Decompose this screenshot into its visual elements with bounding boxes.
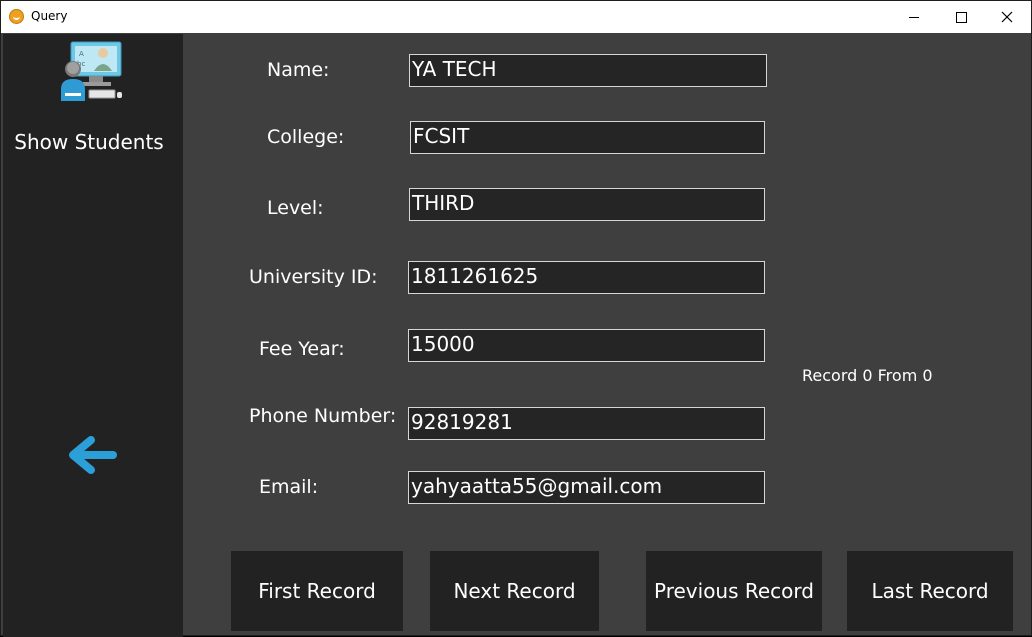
record-counter: Record 0 From 0 bbox=[802, 366, 933, 385]
university-id-field[interactable]: 1811261625 bbox=[408, 261, 765, 294]
name-field[interactable]: YA TECH bbox=[409, 54, 767, 87]
svg-text:A: A bbox=[79, 50, 84, 58]
minimize-icon bbox=[909, 16, 919, 18]
student-computer-icon: A bc bbox=[61, 41, 122, 101]
arrow-left-icon[interactable] bbox=[69, 436, 117, 474]
email-field[interactable]: yahyaatta55@gmail.com bbox=[408, 471, 765, 504]
previous-record-button[interactable]: Previous Record bbox=[646, 551, 822, 631]
level-label: Level: bbox=[267, 197, 324, 219]
email-label: Email: bbox=[259, 476, 319, 498]
phone-number-field[interactable]: 92819281 bbox=[408, 407, 765, 440]
close-button[interactable] bbox=[984, 1, 1030, 33]
level-field[interactable]: THIRD bbox=[409, 188, 765, 221]
window-title: Query bbox=[31, 9, 68, 23]
next-record-button[interactable]: Next Record bbox=[430, 551, 599, 631]
title-bar: Query bbox=[1, 1, 1031, 33]
query-window: Query A bc Show Students Name: YA TECH C… bbox=[0, 0, 1032, 637]
sidebar-title: Show Students bbox=[14, 130, 164, 154]
app-icon bbox=[9, 9, 24, 24]
maximize-icon bbox=[955, 11, 967, 23]
phone-number-label: Phone Number: bbox=[249, 405, 397, 427]
last-record-button[interactable]: Last Record bbox=[847, 551, 1013, 631]
fee-year-field[interactable]: 15000 bbox=[408, 329, 765, 362]
close-icon bbox=[1001, 11, 1013, 23]
fee-year-label: Fee Year: bbox=[259, 338, 345, 360]
college-label: College: bbox=[267, 126, 345, 148]
sidebar: A bc Show Students bbox=[3, 34, 183, 637]
university-id-label: University ID: bbox=[249, 266, 378, 288]
first-record-button[interactable]: First Record bbox=[231, 551, 403, 631]
college-field[interactable]: FCSIT bbox=[410, 121, 765, 154]
maximize-button[interactable] bbox=[938, 1, 984, 33]
name-label: Name: bbox=[267, 59, 330, 81]
minimize-button[interactable] bbox=[891, 1, 937, 33]
